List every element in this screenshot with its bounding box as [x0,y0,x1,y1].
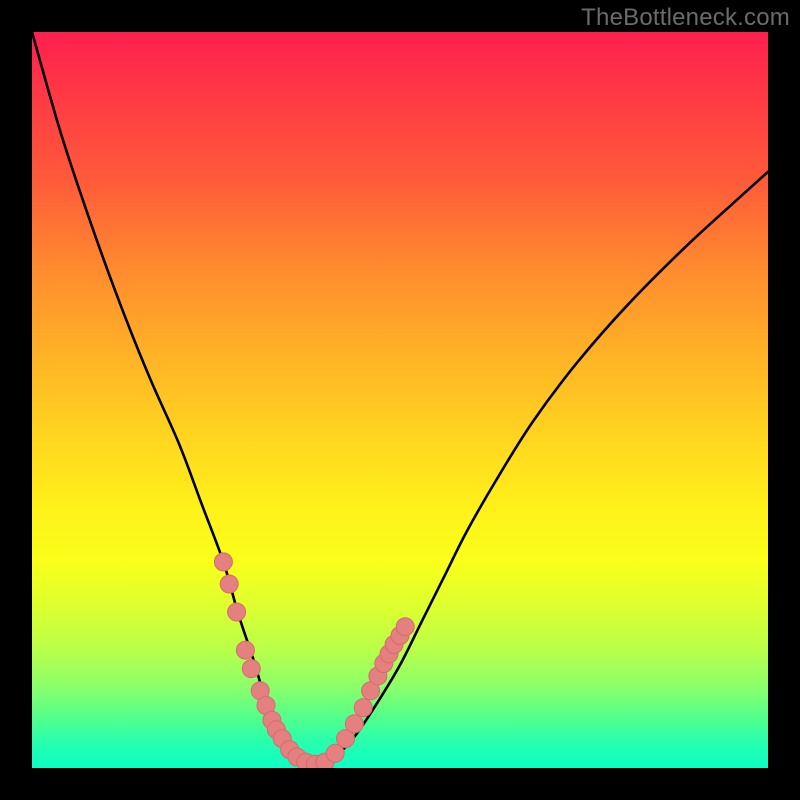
marker-dot [396,618,414,636]
marker-dot [220,575,238,593]
marker-dot [345,715,363,733]
marker-dot [354,699,372,717]
marker-dot [242,660,260,678]
marker-dot [228,603,246,621]
watermark-text: TheBottleneck.com [581,4,790,32]
marker-dot [236,641,254,659]
chart-frame: TheBottleneck.com [0,0,800,800]
plot-area [32,32,768,768]
marker-cluster [32,32,768,768]
marker-dot [214,553,232,571]
